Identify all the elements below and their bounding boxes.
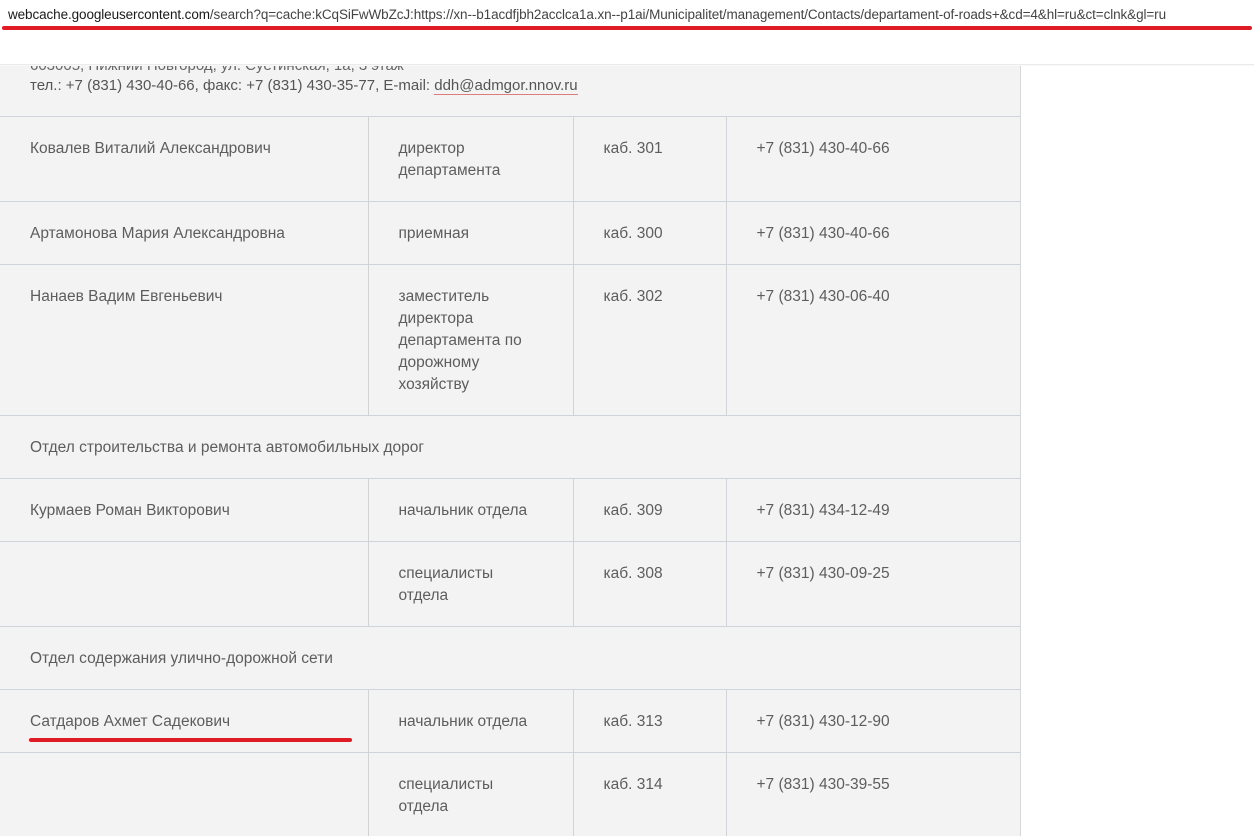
contacts-content: 603005, Нижний Новгород, ул. Суетинская,…	[0, 66, 1021, 836]
employee-position: директор департамента	[367, 116, 574, 202]
phone-number: +7 (831) 430-12-90	[725, 689, 1020, 753]
employee-name: Сатдаров Ахмет Садекович	[0, 689, 369, 753]
table-row: Артамонова Мария Александровна приемная …	[0, 201, 1020, 265]
phone-number: +7 (831) 434-12-49	[725, 478, 1020, 542]
address-line: 603005, Нижний Новгород, ул. Суетинская,…	[30, 66, 404, 74]
table-row: Ковалев Виталий Александрович директор д…	[0, 116, 1020, 202]
department-address-block: 603005, Нижний Новгород, ул. Суетинская,…	[0, 66, 1020, 117]
section-row: Отдел содержания улично-дорожной сети	[0, 626, 1020, 690]
employee-position: специалисты отдела	[367, 541, 574, 627]
employee-position: приемная	[367, 201, 574, 265]
email-link[interactable]: ddh@admgor.nnov.ru	[434, 77, 578, 95]
phone-number: +7 (831) 430-40-66	[725, 201, 1020, 265]
section-row: Отдел строительства и ремонта автомобиль…	[0, 415, 1020, 479]
room-number: каб. 308	[572, 541, 727, 627]
room-number: каб. 309	[572, 478, 727, 542]
table-row: Курмаев Роман Викторович начальник отдел…	[0, 478, 1020, 542]
red-underline-annotation	[2, 26, 1252, 30]
contact-line: тел.: +7 (831) 430-40-66, факс: +7 (831)…	[30, 77, 578, 95]
employee-position: специалисты отдела	[367, 752, 574, 836]
room-number: каб. 301	[572, 116, 727, 202]
table-row: Сатдаров Ахмет Садекович начальник отдел…	[0, 689, 1020, 753]
employee-name: Курмаев Роман Викторович	[0, 478, 369, 542]
address-bar[interactable]: webcache.googleusercontent.com/search?q=…	[0, 0, 1254, 30]
employee-position: заместитель директора департамента по до…	[367, 264, 574, 416]
employee-position: начальник отдела	[367, 689, 574, 753]
phone-number: +7 (831) 430-06-40	[725, 264, 1020, 416]
room-number: каб. 302	[572, 264, 727, 416]
phone-fax-text: тел.: +7 (831) 430-40-66, факс: +7 (831)…	[30, 77, 435, 94]
contacts-table: Ковалев Виталий Александрович директор д…	[0, 116, 1020, 836]
phone-number: +7 (831) 430-09-25	[725, 541, 1020, 627]
phone-number: +7 (831) 430-39-55	[725, 752, 1020, 836]
url-text[interactable]: webcache.googleusercontent.com/search?q=…	[8, 7, 1166, 22]
employee-name: Нанаев Вадим Евгеньевич	[0, 264, 369, 416]
section-title: Отдел содержания улично-дорожной сети	[0, 626, 1020, 690]
room-number: каб. 314	[572, 752, 727, 836]
url-host: webcache.googleusercontent.com	[8, 7, 210, 22]
employee-position: начальник отдела	[367, 478, 574, 542]
room-number: каб. 300	[572, 201, 727, 265]
table-row: специалисты отдела каб. 314 +7 (831) 430…	[0, 752, 1020, 836]
table-row: Нанаев Вадим Евгеньевич заместитель дире…	[0, 264, 1020, 416]
url-path: /search?q=cache:kCqSiFwWbZcJ:https://xn-…	[209, 7, 1166, 22]
red-underline-annotation	[29, 738, 352, 742]
employee-name: Ковалев Виталий Александрович	[0, 116, 369, 202]
table-row: специалисты отдела каб. 308 +7 (831) 430…	[0, 541, 1020, 627]
section-title: Отдел строительства и ремонта автомобиль…	[0, 415, 1020, 479]
phone-number: +7 (831) 430-40-66	[725, 116, 1020, 202]
employee-name: Артамонова Мария Александровна	[0, 201, 369, 265]
employee-name	[0, 541, 369, 627]
room-number: каб. 313	[572, 689, 727, 753]
employee-name	[0, 752, 369, 836]
